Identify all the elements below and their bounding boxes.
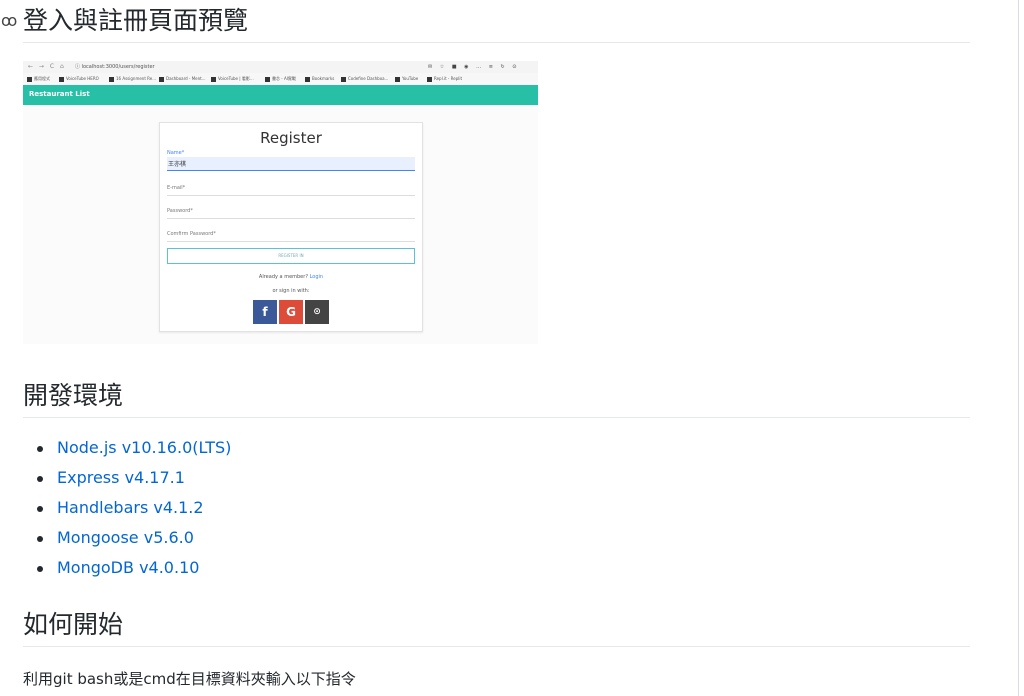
login-link: Login: [309, 274, 324, 280]
heading-start-wrap: 如何開始: [23, 608, 970, 647]
browser-address-bar: ← → C ⌂ ⓘ localhost:3000/users/register …: [23, 61, 538, 73]
bookmark-item: 應用程式: [27, 76, 50, 82]
list-item[interactable]: Mongoose v5.6.0: [23, 523, 231, 553]
list-item[interactable]: MongoDB v4.0.10: [23, 553, 231, 583]
browser-controls: ← → C ⌂: [28, 63, 66, 70]
page-right-border: [1018, 0, 1019, 696]
list-item[interactable]: Handlebars v4.1.2: [23, 493, 231, 523]
facebook-icon: f: [253, 300, 277, 324]
register-page-screenshot: ← → C ⌂ ⓘ localhost:3000/users/register …: [23, 61, 538, 344]
github-icon: ⊙: [305, 300, 329, 324]
bookmark-item: 書芯 - AI實戰: [265, 76, 296, 82]
bookmark-item: Repl.it - Replit: [427, 76, 462, 82]
name-label: Name*: [167, 150, 185, 156]
heading-env: 開發環境: [23, 381, 124, 410]
heading-preview-wrap: ꝏ 登入與註冊頁面預覽: [1, 6, 970, 43]
password-label: Password*: [167, 208, 193, 214]
name-value: 王亦棋: [167, 157, 415, 171]
confirm-password-field: Comfirm Password*: [167, 231, 415, 242]
bookmark-item: 16 Assignment Re...: [109, 76, 156, 82]
browser-url: ⓘ localhost:3000/users/register: [75, 64, 155, 70]
env-list: Node.js v10.16.0(LTS) Express v4.17.1 Ha…: [23, 433, 231, 583]
google-icon: G: [279, 300, 303, 324]
email-label: E-mail*: [167, 185, 186, 191]
bookmark-item: YouTube: [395, 76, 418, 82]
name-field: Name* 王亦棋: [167, 150, 415, 171]
bookmark-item: VoiceTube | 看影...: [211, 76, 254, 82]
heading-preview: 登入與註冊頁面預覽: [23, 6, 249, 35]
sign-in-with-text: or sign in with:: [272, 288, 310, 294]
register-button: REGISTER IN: [167, 248, 415, 264]
navbar-brand: Restaurant List: [29, 90, 90, 98]
browser-toolbar-icons: ✉ ☆ ■ ◉ … ≡ ↻ ⊙: [428, 64, 520, 70]
password-field: Password*: [167, 208, 415, 219]
list-item[interactable]: Express v4.17.1: [23, 463, 231, 493]
bookmark-item: Codefine Dashboa...: [341, 76, 388, 82]
bookmark-item: Dashboard - Ment...: [159, 76, 206, 82]
start-instructions: 利用git bash或是cmd在目標資料夾輸入以下指令: [23, 670, 356, 688]
heading-start: 如何開始: [23, 610, 124, 639]
register-card: Register Name* 王亦棋 E-mail* Password* Com…: [159, 122, 423, 332]
confirm-password-label: Comfirm Password*: [167, 231, 216, 237]
list-item[interactable]: Node.js v10.16.0(LTS): [23, 433, 231, 463]
heading-env-wrap: 開發環境: [23, 378, 970, 418]
app-navbar: Restaurant List: [23, 85, 538, 105]
email-field: E-mail*: [167, 185, 415, 196]
already-member-text: Already a member? Login: [258, 274, 324, 280]
register-title: Register: [260, 129, 322, 147]
link-anchor-icon[interactable]: ꝏ: [1, 6, 17, 36]
bookmark-item: Bookmarks: [305, 76, 334, 82]
bookmark-item: VoiceTube HERO: [59, 76, 99, 82]
